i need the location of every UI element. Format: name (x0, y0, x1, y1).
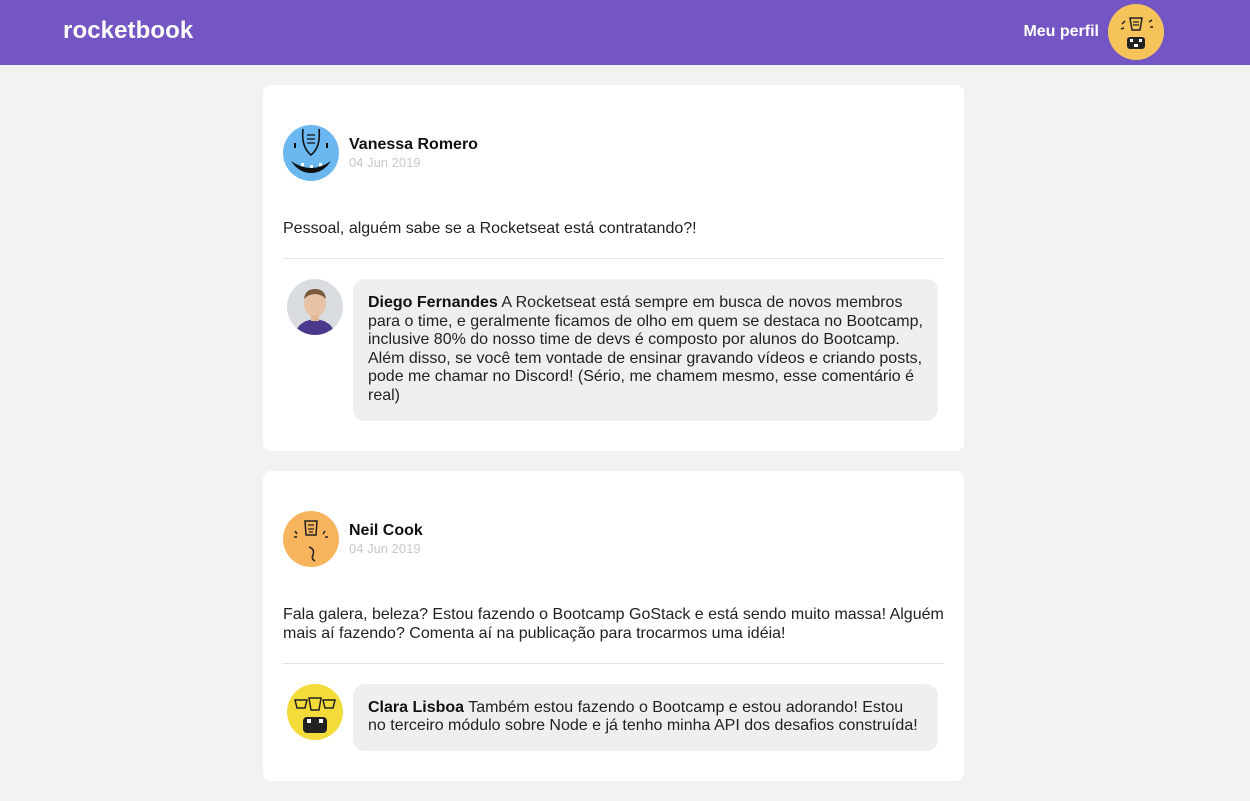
yellow-monster-avatar-icon[interactable] (1108, 4, 1164, 60)
orange-monster-avatar-icon[interactable] (283, 510, 339, 567)
app-logo[interactable]: rocketbook (63, 17, 193, 45)
post-author: Neil Cook 04 Jun 2019 (349, 522, 423, 556)
post-divider (283, 662, 944, 664)
my-profile-link[interactable]: Meu perfil (1023, 4, 1164, 60)
yellow-monster-avatar-icon[interactable] (287, 683, 343, 740)
comment-bubble: Diego Fernandes A Rocketseat está sempre… (353, 279, 938, 421)
post-date: 04 Jun 2019 (349, 540, 421, 556)
comment: Clara Lisboa Também estou fazendo o Boot… (287, 683, 944, 751)
comment-author[interactable]: Clara Lisboa (368, 699, 464, 716)
post-author: Vanessa Romero 04 Jun 2019 (349, 136, 478, 170)
post-feed: Vanessa Romero 04 Jun 2019 Pessoal, algu… (263, 85, 964, 801)
post-card: Neil Cook 04 Jun 2019 Fala galera, belez… (263, 470, 964, 781)
blue-monster-avatar-icon[interactable] (283, 125, 339, 181)
post-content: Fala galera, beleza? Estou fazendo o Boo… (283, 605, 944, 642)
post-header: Vanessa Romero 04 Jun 2019 (283, 125, 944, 181)
my-profile-label: Meu perfil (1023, 23, 1099, 40)
post-content: Pessoal, alguém sabe se a Rocketseat est… (283, 220, 697, 237)
comment-bubble: Clara Lisboa Também estou fazendo o Boot… (353, 683, 938, 751)
post-card: Vanessa Romero 04 Jun 2019 Pessoal, algu… (263, 85, 964, 451)
post-header: Neil Cook 04 Jun 2019 (283, 510, 944, 567)
top-bar: rocketbook Meu perfil (0, 0, 1250, 65)
comment-author[interactable]: Diego Fernandes (368, 294, 498, 311)
diego-photo-avatar[interactable] (287, 279, 343, 335)
author-name[interactable]: Vanessa Romero (349, 136, 478, 154)
author-name[interactable]: Neil Cook (349, 522, 423, 540)
comment: Diego Fernandes A Rocketseat está sempre… (287, 279, 944, 421)
post-divider (283, 258, 944, 259)
post-date: 04 Jun 2019 (349, 155, 421, 170)
